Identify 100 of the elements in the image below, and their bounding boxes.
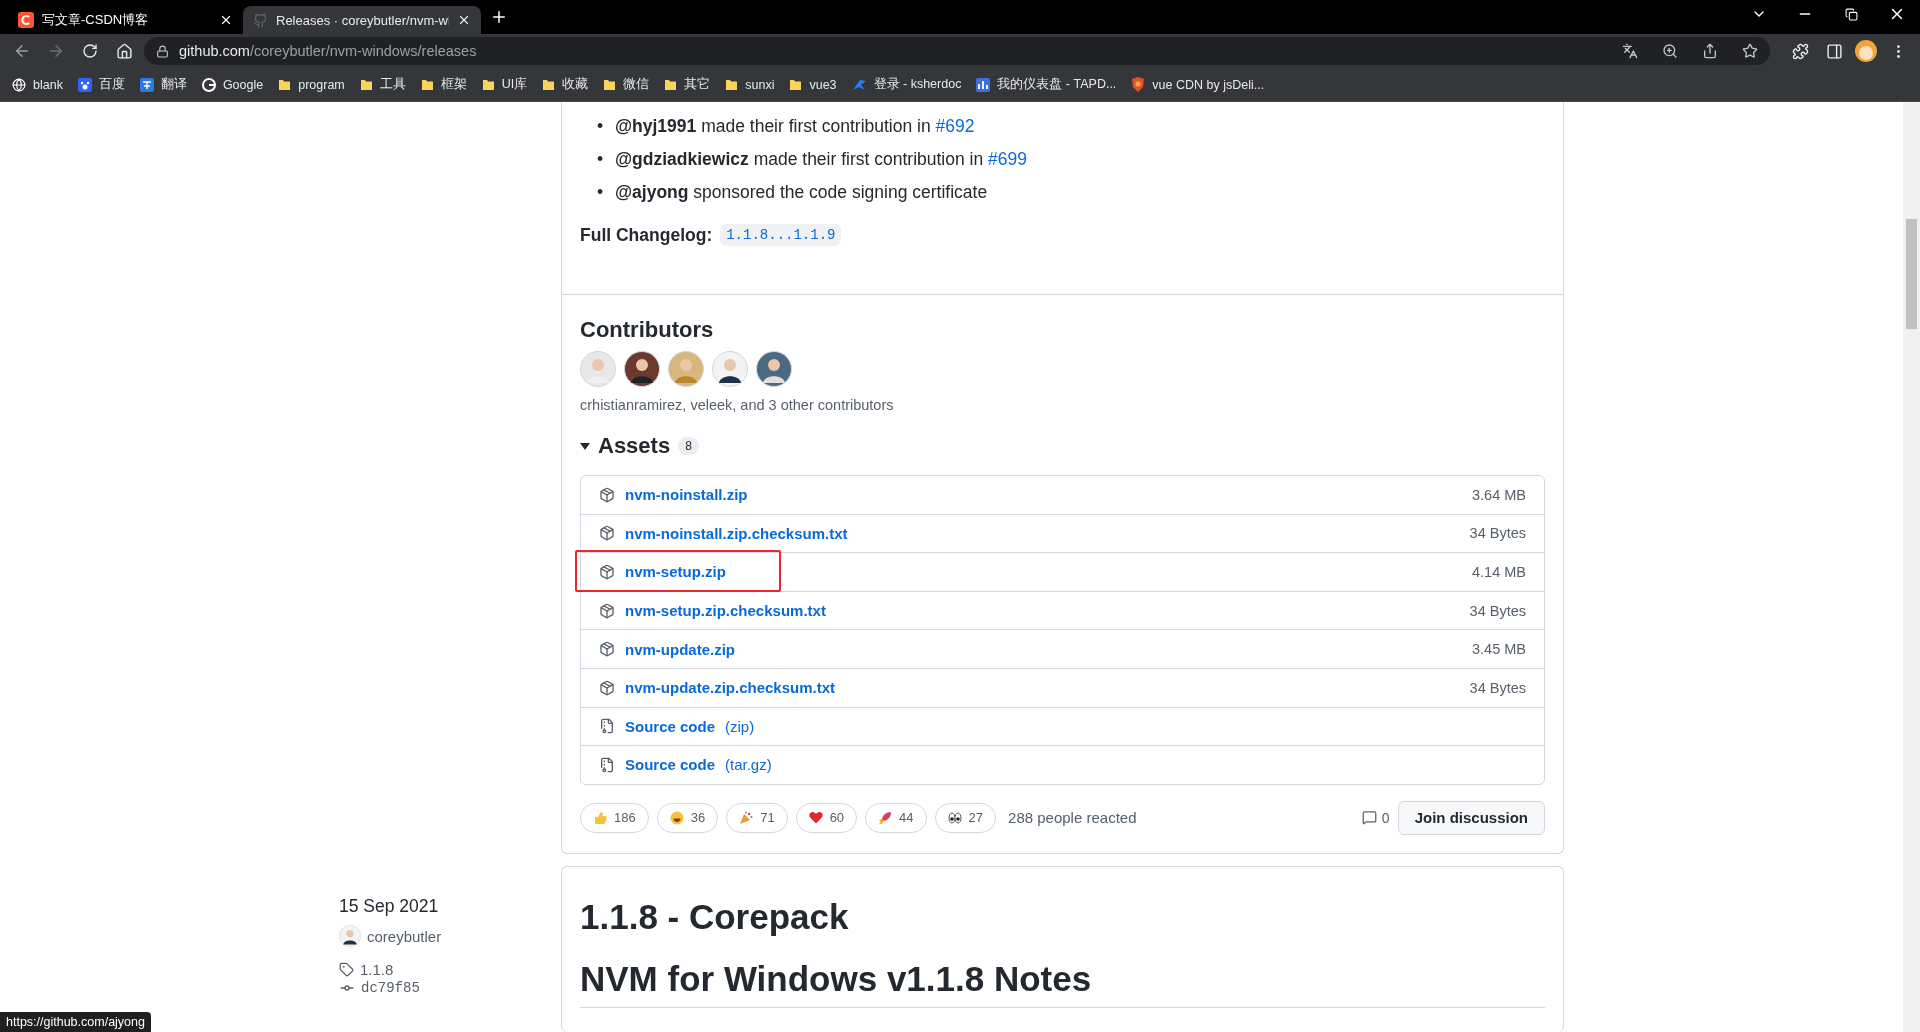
reaction-button[interactable]: 44: [865, 802, 927, 833]
bookmark-label: 微信: [623, 76, 650, 93]
bookmark[interactable]: 其它: [664, 76, 711, 93]
bookmark-label: vue3: [809, 77, 837, 92]
zoom-in-icon[interactable]: [1662, 43, 1678, 59]
bookmark[interactable]: sunxi: [725, 77, 775, 92]
bullet: •: [597, 148, 605, 170]
star-icon[interactable]: [1742, 43, 1758, 59]
reacted-text: 288 people reacted: [1008, 809, 1137, 827]
contributors-text: crhistianramirez, veleek, and 3 other contributors: [580, 397, 895, 413]
avatar: [339, 925, 361, 947]
asset-format: (zip): [725, 717, 755, 735]
asset-link[interactable]: nvm-update.zip.checksum.txt: [625, 679, 836, 697]
bookmark[interactable]: 翻译: [139, 76, 187, 93]
asset-size: 34 Bytes: [1469, 602, 1526, 619]
asset-size: 34 Bytes: [1469, 679, 1526, 696]
tag-link[interactable]: 1.1.8: [360, 961, 394, 978]
changelog-link[interactable]: 1.1.8...1.1.9: [720, 224, 842, 246]
folder-icon: [420, 78, 434, 91]
browser-tab[interactable]: 写文章-CSDN博客: [8, 6, 243, 34]
caret-down-icon[interactable]: [580, 441, 590, 451]
commit-link[interactable]: dc79f85: [361, 980, 420, 996]
bookmark-label: 工具: [379, 76, 406, 93]
profile-avatar[interactable]: [1854, 39, 1878, 63]
close-icon[interactable]: [219, 13, 233, 27]
bookmark[interactable]: 登录 - ksherdoc: [851, 76, 962, 93]
issue-link[interactable]: #692: [935, 116, 975, 136]
bookmark-label: vue CDN by jsDeli...: [1152, 77, 1265, 92]
bookmark-label: Google: [222, 77, 264, 92]
asset-link[interactable]: Source code: [625, 717, 716, 735]
contribution-item: @ajyong sponsored the code signing certificate: [615, 181, 988, 204]
translate-icon[interactable]: [1622, 43, 1638, 59]
bookmark[interactable]: UI库: [481, 76, 528, 93]
asset-size: 34 Bytes: [1469, 525, 1526, 542]
bookmark[interactable]: program: [278, 77, 345, 92]
asset-link[interactable]: Source code: [625, 756, 716, 774]
bookmark[interactable]: 百度: [77, 76, 125, 93]
bullet: •: [597, 115, 605, 137]
join-discussion-button[interactable]: Join discussion: [1397, 800, 1545, 835]
bookmark-label: sunxi: [745, 77, 775, 92]
lock-icon: [156, 44, 169, 58]
bookmark-label: blank: [33, 77, 63, 92]
reaction-button[interactable]: 186: [580, 802, 649, 833]
bookmark-label: 翻译: [160, 76, 187, 93]
asset-link[interactable]: nvm-setup.zip.checksum.txt: [625, 602, 826, 620]
close-icon[interactable]: [457, 13, 471, 27]
reaction-button[interactable]: 27: [934, 802, 997, 833]
package-icon: [599, 564, 615, 580]
asset-link[interactable]: nvm-setup.zip: [625, 563, 726, 581]
bookmark[interactable]: blank: [12, 77, 63, 92]
csdn-icon: [18, 12, 34, 28]
package-icon: [599, 525, 615, 542]
bird-icon: [851, 77, 867, 92]
folder-icon: [542, 78, 556, 91]
bookmark[interactable]: 收藏: [542, 76, 589, 93]
asset-format: (tar.gz): [725, 756, 772, 774]
reaction-button[interactable]: 36: [656, 802, 719, 833]
paw-icon: [77, 77, 92, 92]
folder-icon: [603, 78, 617, 91]
assets-heading: Assets: [598, 433, 671, 459]
avatar: [712, 351, 748, 387]
folder-icon: [278, 78, 292, 91]
bullet: •: [597, 181, 605, 203]
author-link[interactable]: coreybutler: [367, 927, 442, 945]
party-popper-icon: [739, 810, 754, 825]
package-icon: [599, 679, 615, 696]
thumbs-up-icon: [593, 810, 607, 825]
contributors-heading: Contributors: [580, 317, 715, 343]
asset-size: 4.14 MB: [1472, 564, 1526, 580]
asset-link[interactable]: nvm-update.zip: [625, 640, 735, 658]
asset-link[interactable]: nvm-noinstall.zip: [625, 486, 748, 504]
bookmark[interactable]: 微信: [603, 76, 650, 93]
folder-icon: [725, 78, 739, 91]
bookmark[interactable]: vue CDN by jsDeli...: [1131, 77, 1265, 92]
bookmark[interactable]: 工具: [359, 76, 406, 93]
folder-icon: [664, 78, 678, 91]
bookmark-label: 登录 - ksherdoc: [873, 76, 962, 93]
bookmark[interactable]: Google: [201, 77, 264, 92]
bookmark[interactable]: 框架: [420, 76, 467, 93]
avatar: [624, 351, 660, 387]
reaction-button[interactable]: 60: [795, 802, 858, 833]
link-status: https://github.com/ajyong: [0, 1012, 151, 1032]
assets-count: 8: [678, 437, 699, 455]
bookmark-label: program: [298, 77, 345, 92]
reaction-button[interactable]: 71: [726, 802, 788, 833]
folder-icon: [359, 78, 373, 91]
scrollbar[interactable]: [1903, 102, 1920, 1032]
globe-icon: [12, 77, 26, 92]
rocket-icon: [878, 810, 893, 825]
bookmark-label: 框架: [440, 76, 467, 93]
contribution-item: @hyj1991 made their first contribution in #692: [615, 115, 975, 138]
asset-link[interactable]: nvm-noinstall.zip.checksum.txt: [625, 524, 848, 542]
tag-icon: [339, 962, 354, 977]
issue-link[interactable]: #699: [988, 149, 1027, 169]
bookmark[interactable]: vue3: [789, 77, 837, 92]
release-date: 15 Sep 2021: [339, 896, 440, 917]
avatar: [580, 351, 616, 387]
share-icon[interactable]: [1702, 43, 1718, 59]
contribution-item: @gdziadkiewicz made their first contribution in #699: [615, 148, 1027, 171]
changelog-label: Full Changelog:: [580, 224, 713, 246]
